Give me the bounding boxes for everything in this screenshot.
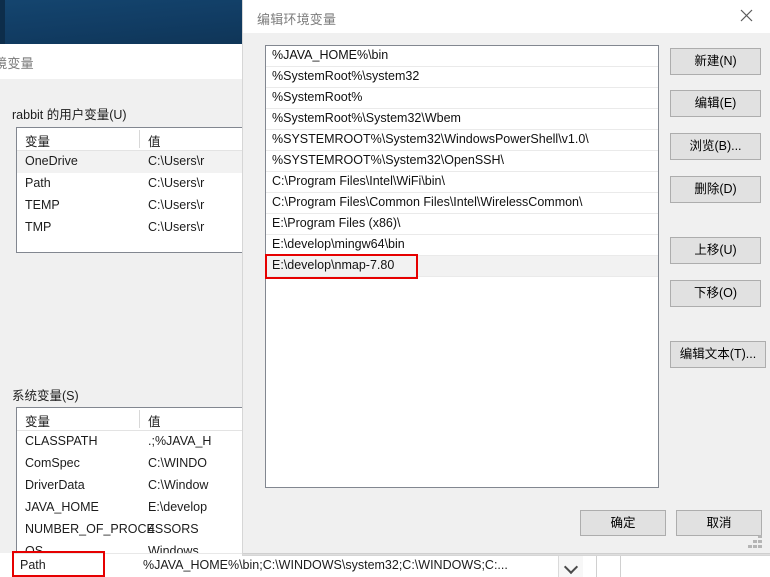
table-row[interactable]: JAVA_HOME E:\develop — [17, 497, 263, 519]
move-up-button[interactable]: 上移(U) — [670, 237, 761, 264]
dialog-title-bar[interactable]: 编辑环境变量 — [243, 0, 770, 33]
table-row[interactable]: TMP C:\Users\r — [17, 217, 263, 239]
table-row[interactable]: Path C:\Users\r — [17, 173, 263, 195]
edit-text-button[interactable]: 编辑文本(T)... — [670, 341, 766, 368]
window-resize-grip[interactable] — [749, 535, 763, 549]
user-variables-table[interactable]: 变量 值 OneDrive C:\Users\r Path C:\Users\r… — [16, 127, 264, 253]
variable-name: ComSpec — [25, 456, 80, 470]
list-item[interactable]: %SYSTEMROOT%\System32\OpenSSH\ — [266, 151, 658, 172]
bottom-divider-secondary — [620, 553, 621, 577]
new-button[interactable]: 新建(N) — [670, 48, 761, 75]
variable-value: C:\Users\r — [148, 198, 205, 212]
list-item[interactable]: %JAVA_HOME%\bin — [266, 46, 658, 67]
dialog-title: 编辑环境变量 — [257, 12, 337, 27]
list-item[interactable]: %SystemRoot%\system32 — [266, 67, 658, 88]
background-window-title: 环境变量 — [0, 56, 34, 71]
dialog-bottom-edge — [243, 553, 770, 555]
variable-value: E:\develop — [148, 500, 208, 514]
user-variables-label: rabbit 的用户变量(U) — [12, 108, 127, 122]
table-row[interactable]: OneDrive C:\Users\r — [17, 151, 263, 173]
list-item[interactable]: %SystemRoot% — [266, 88, 658, 109]
variable-name: Path — [20, 558, 46, 572]
variable-name: OneDrive — [25, 154, 78, 168]
list-item[interactable]: E:\develop\mingw64\bin — [266, 235, 658, 256]
table-row[interactable]: NUMBER_OF_PROCESSORS 4 — [17, 519, 263, 541]
variable-name: JAVA_HOME — [25, 500, 99, 514]
table-row[interactable]: CLASSPATH .;%JAVA_H — [17, 431, 263, 453]
browse-button[interactable]: 浏览(B)... — [670, 133, 761, 160]
system-col-variable[interactable]: 变量 — [25, 411, 50, 430]
variable-value: C:\Users\r — [148, 154, 205, 168]
system-variables-table[interactable]: 变量 值 CLASSPATH .;%JAVA_H ComSpec C:\WIND… — [16, 407, 264, 577]
system-variables-label: 系统变量(S) — [12, 389, 79, 403]
variable-name: Path — [25, 176, 51, 190]
bottom-divider — [596, 553, 597, 577]
variable-value: 4 — [148, 522, 155, 536]
user-col-value[interactable]: 值 — [148, 131, 161, 150]
list-item[interactable]: %SystemRoot%\System32\Wbem — [266, 109, 658, 130]
user-col-divider[interactable] — [139, 130, 140, 148]
table-row[interactable]: TEMP C:\Users\r — [17, 195, 263, 217]
variable-value: C:\WINDO — [148, 456, 208, 470]
user-variables-table-header: 变量 值 — [17, 128, 263, 151]
variable-name: TEMP — [25, 198, 60, 212]
close-icon[interactable] — [724, 0, 770, 30]
cancel-button[interactable]: 取消 — [676, 510, 762, 536]
table-row[interactable]: ComSpec C:\WINDO — [17, 453, 263, 475]
variable-value: %JAVA_HOME%\bin;C:\WINDOWS\system32;C:\W… — [143, 558, 508, 572]
user-col-variable[interactable]: 变量 — [25, 131, 50, 150]
table-row[interactable]: DriverData C:\Window — [17, 475, 263, 497]
variable-value: C:\Users\r — [148, 176, 205, 190]
delete-button[interactable]: 删除(D) — [670, 176, 761, 203]
variable-value: .;%JAVA_H — [148, 434, 212, 448]
list-item[interactable]: C:\Program Files\Intel\WiFi\bin\ — [266, 172, 658, 193]
wallpaper-gradient — [0, 0, 256, 44]
variable-name: TMP — [25, 220, 52, 234]
path-entries-listbox[interactable]: %JAVA_HOME%\bin %SystemRoot%\system32 %S… — [265, 45, 659, 488]
system-variables-table-header: 变量 值 — [17, 408, 263, 431]
chevron-down-icon[interactable] — [558, 553, 583, 577]
variable-value: C:\Users\r — [148, 220, 205, 234]
edit-button[interactable]: 编辑(E) — [670, 90, 761, 117]
variable-name: CLASSPATH — [25, 434, 98, 448]
system-col-value[interactable]: 值 — [148, 411, 161, 430]
list-item[interactable]: C:\Program Files\Common Files\Intel\Wire… — [266, 193, 658, 214]
variable-value: C:\Window — [148, 478, 209, 492]
variable-name: NUMBER_OF_PROCESSORS — [25, 522, 199, 536]
ok-button[interactable]: 确定 — [580, 510, 666, 536]
list-item[interactable]: E:\Program Files (x86)\ — [266, 214, 658, 235]
list-item-selected[interactable]: E:\develop\nmap-7.80 — [266, 256, 658, 277]
system-col-divider[interactable] — [139, 410, 140, 428]
table-row-path[interactable]: Path %JAVA_HOME%\bin;C:\WINDOWS\system32… — [12, 553, 600, 577]
desktop-wallpaper-band — [0, 0, 256, 44]
wallpaper-left-edge — [0, 0, 5, 44]
edit-environment-variable-dialog: 编辑环境变量 %JAVA_HOME%\bin %SystemRoot%\syst… — [243, 0, 770, 555]
variable-name: DriverData — [25, 478, 85, 492]
move-down-button[interactable]: 下移(O) — [670, 280, 761, 307]
list-item[interactable]: %SYSTEMROOT%\System32\WindowsPowerShell\… — [266, 130, 658, 151]
background-window-title-bar — [0, 44, 256, 79]
